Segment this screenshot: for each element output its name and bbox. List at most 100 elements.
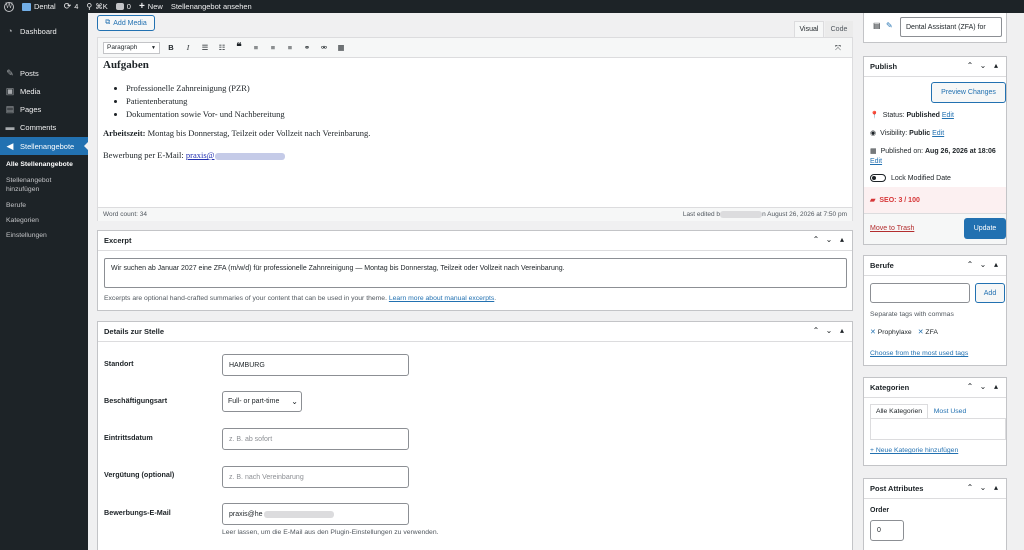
remove-tag-icon[interactable]: ✕	[870, 329, 876, 336]
chevron-up-icon[interactable]: ⌃	[966, 260, 974, 269]
chevron-down-icon[interactable]: ⌄	[979, 260, 987, 269]
submenu-add-stellenangebot[interactable]: Stellenangebot hinzufügen	[6, 176, 51, 194]
pin-icon: 📍	[870, 112, 879, 119]
command-palette-button[interactable]: ⚲ ⌘K	[86, 2, 107, 11]
lock-modified-toggle[interactable]	[870, 174, 886, 182]
menu-posts[interactable]: ✎ Posts	[0, 64, 88, 82]
editor-toolbar: Paragraph ▼ B I ☰ ☷ ❝ ≡ ≡ ≡ ⚭ ⚮ ▦ ⤧	[98, 38, 852, 58]
chevron-down-icon[interactable]: ⌄	[825, 326, 833, 335]
choose-tags-link[interactable]: Choose from the most used tags	[870, 350, 968, 357]
comments-link[interactable]: 0	[115, 2, 131, 11]
numbered-list-icon[interactable]: ☷	[216, 42, 228, 54]
caret-up-icon[interactable]: ▴	[838, 326, 846, 335]
move-to-trash-link[interactable]: Move to Trash	[870, 225, 914, 232]
edit-date-link[interactable]: Edit	[870, 158, 882, 165]
caret-up-icon[interactable]: ▴	[838, 235, 846, 244]
standort-input[interactable]: HAMBURG	[222, 354, 409, 376]
excerpt-learn-more-link[interactable]: Learn more about manual excerpts	[389, 295, 494, 302]
new-content-link[interactable]: + New	[139, 1, 163, 12]
wordpress-logo-button[interactable]: W	[4, 1, 14, 12]
unlink-icon[interactable]: ⚮	[318, 42, 330, 54]
chevron-up-icon[interactable]: ⌃	[812, 235, 820, 244]
chevron-up-icon[interactable]: ⌃	[966, 61, 974, 70]
tab-code[interactable]: Code	[825, 21, 853, 37]
verguetung-input[interactable]: z. B. nach Vereinbarung	[222, 466, 409, 488]
chevron-down-icon[interactable]: ⌄	[979, 483, 987, 492]
chevron-down-icon[interactable]: ⌄	[825, 235, 833, 244]
add-tag-button[interactable]: Add	[975, 283, 1005, 303]
pages-icon: ▤	[5, 103, 15, 114]
list-item: Patientenberatung	[126, 95, 285, 108]
edit-visibility-link[interactable]: Edit	[932, 130, 944, 137]
blockquote-icon[interactable]: ❝	[233, 42, 245, 54]
caret-up-icon[interactable]: ▴	[992, 260, 1000, 269]
update-button[interactable]: Update	[964, 218, 1006, 239]
email-link[interactable]: praxis@	[186, 150, 215, 160]
tab-all-categories[interactable]: Alle Kategorien	[870, 404, 928, 418]
details-header[interactable]: Details zur Stelle	[98, 322, 852, 342]
menu-pages[interactable]: ▤ Pages	[0, 100, 88, 118]
chevron-up-icon[interactable]: ⌃	[966, 382, 974, 391]
content-heading: Aufgaben	[103, 59, 149, 71]
remove-tag-icon[interactable]: ✕	[918, 329, 924, 336]
berufe-tag-input[interactable]	[870, 283, 970, 303]
edit-status-link[interactable]: Edit	[942, 112, 954, 119]
plus-icon: +	[138, 1, 145, 12]
order-input[interactable]: 0	[870, 520, 904, 541]
link-icon[interactable]: ⚭	[301, 42, 313, 54]
tag-item: ✕ ZFA	[917, 329, 938, 336]
order-label: Order	[870, 507, 890, 514]
chevron-down-icon: ⌄	[291, 397, 298, 406]
tab-visual[interactable]: Visual	[794, 21, 824, 37]
chevron-down-icon[interactable]: ⌄	[979, 61, 987, 70]
menu-stellenangebote[interactable]: ◀ Stellenangebote	[0, 137, 88, 155]
add-media-button[interactable]: ⧉ Add Media	[97, 15, 155, 31]
translation-title-input[interactable]: Dental Assistant (ZFA) for	[900, 17, 1002, 37]
category-checklist[interactable]	[870, 418, 1006, 440]
site-name-link[interactable]: Dental	[22, 2, 56, 11]
bewerbungs-email-input[interactable]: praxis@he	[222, 503, 409, 525]
toolbar-toggle-icon[interactable]: ▦	[335, 42, 347, 54]
submenu-kategorien[interactable]: Kategorien	[6, 216, 39, 225]
updates-link[interactable]: ⟳ 4	[64, 1, 79, 12]
align-left-icon[interactable]: ≡	[250, 42, 262, 54]
excerpt-header[interactable]: Excerpt	[98, 231, 852, 251]
details-box: Details zur Stelle ⌃ ⌄ ▴ Standort HAMBURG …	[97, 321, 853, 550]
italic-icon[interactable]: I	[182, 42, 194, 54]
view-post-link[interactable]: Stellenangebot ansehen	[171, 2, 252, 11]
verguetung-label: Vergütung (optional)	[104, 470, 175, 479]
caret-up-icon[interactable]: ▴	[992, 382, 1000, 391]
word-count: Word count: 34	[103, 211, 147, 218]
preview-changes-button[interactable]: Preview Changes	[931, 82, 1006, 103]
excerpt-textarea[interactable]: Wir suchen ab Januar 2027 eine ZFA (m/w/…	[104, 258, 847, 288]
menu-dashboard[interactable]: ◔ Dashboard	[0, 22, 88, 40]
add-category-link[interactable]: + Neue Kategorie hinzufügen	[870, 447, 958, 454]
bullet-list-icon[interactable]: ☰	[199, 42, 211, 54]
tags-help: Separate tags with commas	[870, 311, 954, 318]
chevron-down-icon[interactable]: ⌄	[979, 382, 987, 391]
box-controls: ⌃ ⌄ ▴	[812, 326, 846, 335]
post-editor: ⧉ Add Media Visual Code Paragraph ▼ B I ☰ …	[97, 13, 853, 221]
format-select[interactable]: Paragraph ▼	[103, 41, 160, 54]
align-right-icon[interactable]: ≡	[284, 42, 296, 54]
wordpress-icon: W	[4, 1, 14, 12]
tab-most-used[interactable]: Most Used	[930, 404, 970, 418]
fullscreen-icon[interactable]: ⤧	[832, 42, 844, 54]
published-row: ▦ Published on: Aug 26, 2026 at 18:06 Edit	[870, 148, 996, 165]
submenu-berufe[interactable]: Berufe	[6, 201, 26, 210]
submenu-einstellungen[interactable]: Einstellungen	[6, 231, 47, 240]
menu-comments[interactable]: ▬ Comments	[0, 118, 88, 136]
pencil-icon[interactable]: ✎	[886, 21, 893, 30]
caret-up-icon[interactable]: ▴	[992, 483, 1000, 492]
eintrittsdatum-input[interactable]: z. B. ab sofort	[222, 428, 409, 450]
chevron-up-icon[interactable]: ⌃	[812, 326, 820, 335]
caret-up-icon[interactable]: ▴	[992, 61, 1000, 70]
submenu-all-stellenangebote[interactable]: Alle Stellenangebote	[6, 160, 73, 169]
seo-score[interactable]: ▰ SEO: 3 / 100	[864, 187, 1006, 213]
menu-media[interactable]: ▣ Media	[0, 82, 88, 100]
bold-icon[interactable]: B	[165, 42, 177, 54]
beschaeftigungsart-select[interactable]: Full- or part-time ⌄	[222, 391, 302, 412]
align-center-icon[interactable]: ≡	[267, 42, 279, 54]
chevron-up-icon[interactable]: ⌃	[966, 483, 974, 492]
comment-icon: ▬	[5, 122, 15, 132]
